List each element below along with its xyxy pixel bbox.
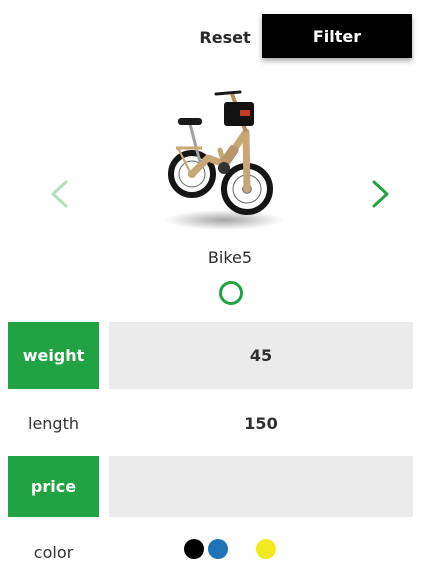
length-label: length — [28, 413, 79, 433]
chevron-left-icon — [51, 180, 68, 208]
product-image — [128, 72, 328, 236]
chevron-right-icon — [372, 180, 389, 208]
reset-button[interactable]: Reset — [192, 18, 258, 56]
price-label: price — [8, 456, 99, 517]
carousel-next-button[interactable] — [367, 174, 395, 214]
length-value: 150 — [244, 413, 278, 433]
color-swatch-blue[interactable] — [208, 539, 228, 559]
product-name: Bike5 — [207, 248, 253, 267]
select-radio[interactable] — [219, 281, 243, 305]
color-swatch-black[interactable] — [184, 539, 204, 559]
weight-label: weight — [8, 322, 99, 389]
weight-value: 45 — [109, 322, 413, 389]
color-swatches — [0, 539, 421, 561]
price-value — [109, 456, 413, 517]
carousel-prev-button[interactable] — [45, 174, 73, 214]
color-swatch-yellow[interactable] — [256, 539, 276, 559]
folding-ebike-image — [164, 90, 284, 230]
filter-button[interactable]: Filter — [262, 14, 412, 58]
